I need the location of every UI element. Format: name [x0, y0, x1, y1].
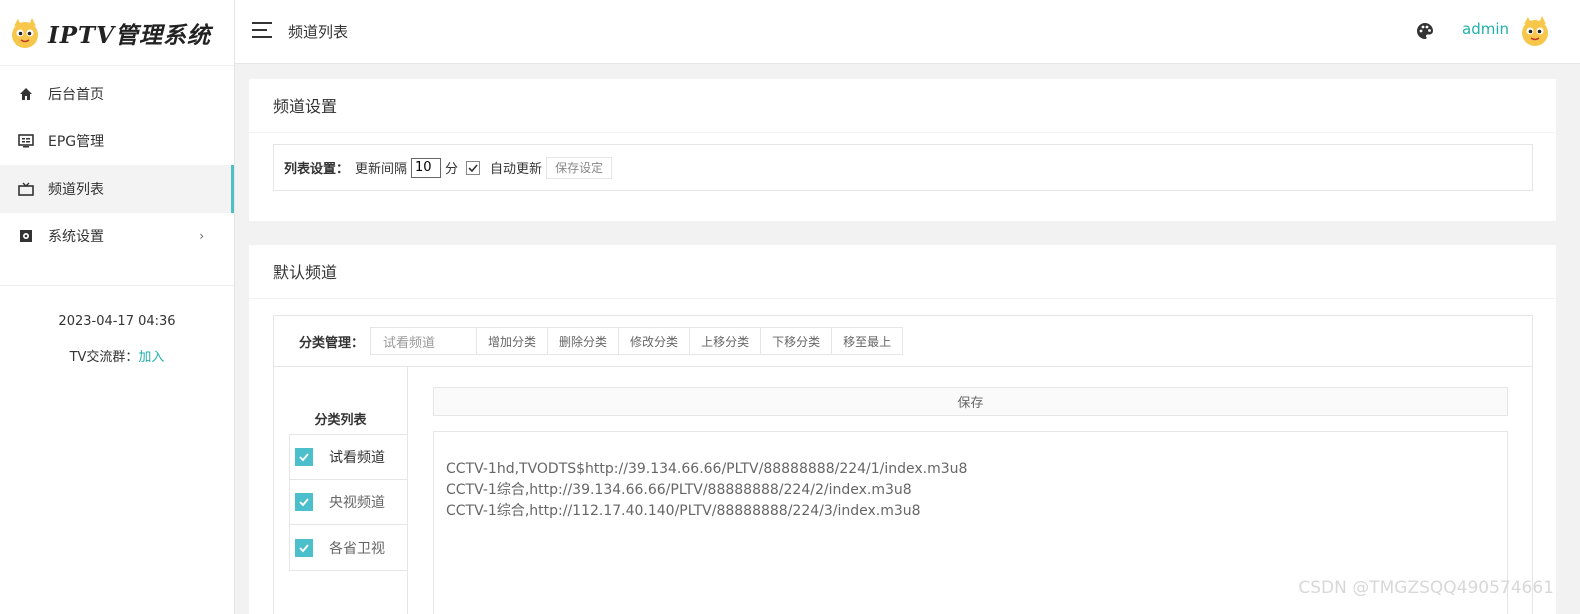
move-up-category-button[interactable]: 上移分类	[690, 327, 762, 355]
check-icon	[468, 163, 478, 172]
sidebar-item-system-settings[interactable]: 系统设置 ›	[0, 213, 234, 261]
channel-line: CCTV-1综合,http://39.134.66.66/PLTV/888888…	[446, 482, 912, 498]
settings-icon	[18, 228, 34, 244]
interval-label: 更新间隔	[355, 162, 408, 177]
save-channels-button[interactable]: 保存	[433, 387, 1508, 416]
datetime-text: 2023-04-17 04:36	[58, 314, 176, 329]
category-toolbar: 分类管理： 增加分类 删除分类 修改分类 上移分类 下移分类 移至最上	[274, 316, 1532, 367]
menu-toggle-icon[interactable]	[252, 22, 272, 40]
category-panel: 分类管理： 增加分类 删除分类 修改分类 上移分类 下移分类 移至最上 分类列表…	[273, 315, 1533, 614]
category-name: 试看频道	[329, 450, 385, 466]
epg-icon	[18, 133, 34, 149]
interval-input[interactable]	[411, 157, 442, 178]
auto-update-label: 自动更新	[490, 162, 543, 177]
watermark-text: CSDN @TMGZSQQ490574661	[1298, 578, 1554, 598]
avatar[interactable]	[1518, 14, 1552, 48]
sidebar-item-channel-list[interactable]: 频道列表	[0, 165, 234, 213]
sidebar: IPTV管理系统 后台首页 EPG管理 频道列表 系统设置 › 2023-04-…	[0, 0, 235, 614]
category-list-panel: 分类列表 试看频道 央视频道 各省卫视	[274, 367, 408, 614]
channel-line: CCTV-1综合,http://112.17.40.140/PLTV/88888…	[446, 503, 921, 519]
sidebar-item-label: 后台首页	[48, 86, 104, 103]
check-icon	[299, 453, 309, 462]
category-item-trial[interactable]: 试看频道	[290, 435, 407, 480]
sidebar-nav: 后台首页 EPG管理 频道列表 系统设置 ›	[0, 66, 234, 286]
tv-icon	[18, 181, 34, 197]
channel-settings-title: 频道设置	[249, 79, 1556, 133]
edit-category-button[interactable]: 修改分类	[619, 327, 691, 355]
sidebar-item-label: 频道列表	[48, 181, 104, 198]
sidebar-info: 2023-04-17 04:36 TV交流群：加入	[0, 286, 234, 365]
logo-text: IPTV管理系统	[48, 21, 212, 49]
join-group-link[interactable]: 加入	[138, 350, 164, 365]
default-channels-card: 默认频道 分类管理： 增加分类 删除分类 修改分类 上移分类 下移分类 移至最上…	[249, 245, 1556, 614]
default-channels-title: 默认频道	[249, 245, 1556, 299]
category-list: 试看频道 央视频道 各省卫视	[289, 434, 408, 571]
sidebar-item-epg[interactable]: EPG管理	[0, 118, 234, 166]
category-checkbox[interactable]	[295, 448, 313, 466]
channel-settings-card: 频道设置 列表设置： 更新间隔 分 自动更新 保存设定	[249, 79, 1556, 221]
check-icon	[299, 543, 309, 552]
category-item-provincial[interactable]: 各省卫视	[290, 525, 407, 570]
category-name-input[interactable]	[370, 327, 478, 355]
move-down-category-button[interactable]: 下移分类	[761, 327, 833, 355]
logo[interactable]: IPTV管理系统	[0, 0, 234, 66]
interval-unit: 分	[445, 162, 459, 177]
sidebar-item-label: EPG管理	[48, 134, 105, 151]
list-settings-row: 列表设置： 更新间隔 分 自动更新 保存设定	[273, 144, 1533, 191]
check-icon	[299, 498, 309, 507]
category-checkbox[interactable]	[295, 538, 313, 557]
category-name: 各省卫视	[329, 540, 385, 557]
category-list-title: 分类列表	[314, 413, 367, 428]
group-info: TV交流群：加入	[0, 346, 234, 365]
page-title: 频道列表	[288, 23, 349, 41]
palette-icon[interactable]	[1416, 22, 1434, 40]
channel-line: CCTV-1hd,TVODTS$http://39.134.66.66/PLTV…	[446, 461, 968, 477]
add-category-button[interactable]: 增加分类	[477, 327, 549, 355]
sidebar-item-home[interactable]: 后台首页	[0, 70, 234, 118]
auto-update-checkbox[interactable]	[466, 160, 481, 175]
top-header: 频道列表 admin	[235, 0, 1580, 64]
home-icon	[18, 86, 34, 102]
category-item-cctv[interactable]: 央视频道	[290, 480, 407, 525]
list-settings-label: 列表设置：	[284, 162, 350, 177]
sidebar-item-label: 系统设置	[48, 229, 104, 246]
user-name[interactable]: admin	[1462, 20, 1509, 38]
category-label: 分类管理：	[299, 335, 365, 351]
group-label: TV交流群：	[69, 350, 139, 365]
move-to-top-button[interactable]: 移至最上	[832, 327, 904, 355]
category-checkbox[interactable]	[295, 493, 313, 511]
category-name: 央视频道	[329, 495, 385, 511]
delete-category-button[interactable]: 删除分类	[548, 327, 620, 355]
mascot-logo-icon	[12, 17, 38, 48]
chevron-right-icon: ›	[199, 229, 204, 244]
save-settings-button[interactable]: 保存设定	[546, 156, 613, 179]
